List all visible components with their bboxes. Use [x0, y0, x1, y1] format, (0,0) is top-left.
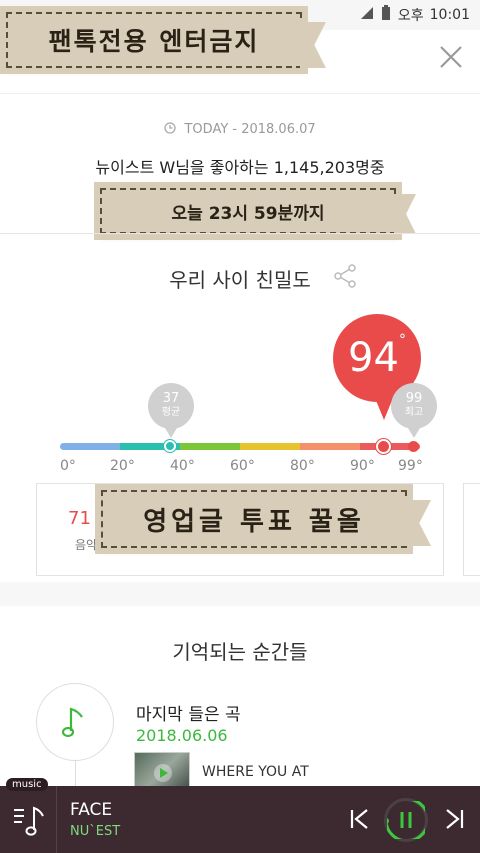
- status-ampm: 오후: [397, 8, 424, 24]
- average-bubble-tail: [165, 428, 177, 438]
- next-icon: [446, 809, 464, 829]
- stat-card-next[interactable]: [463, 483, 480, 576]
- intimacy-title: 우리 사이 친밀도: [169, 268, 311, 292]
- tick-label: 0°: [60, 458, 76, 474]
- section-gap: [0, 582, 480, 606]
- average-bubble: 37 평균: [148, 383, 194, 429]
- tick-label: 99°: [398, 458, 423, 474]
- battery-icon: [380, 5, 392, 25]
- share-button[interactable]: [332, 263, 358, 289]
- now-playing-title: FACE: [70, 800, 113, 820]
- fans-count-line: 뉴이스트 W님을 좋아하는 1,145,203명중: [95, 158, 385, 177]
- max-marker: [408, 441, 419, 452]
- stat-card-label: 음악: [75, 538, 98, 552]
- tick-label: 90°: [350, 458, 375, 474]
- intimacy-score: 94: [348, 335, 399, 381]
- close-icon: [440, 46, 462, 68]
- max-label: 최고: [404, 407, 424, 418]
- score-degree: °: [398, 332, 406, 348]
- average-label: 평균: [161, 407, 181, 418]
- section-divider: [0, 233, 480, 234]
- clock-icon: [164, 122, 176, 134]
- stat-card-number: 71: [68, 508, 91, 529]
- music-tag: music: [6, 778, 48, 791]
- top-banner-sticker: 팬톡전용 엔터금지: [0, 6, 326, 74]
- today-date: TODAY - 2018.06.07: [0, 122, 480, 137]
- deadline-text: 오늘 23시 59분까지: [171, 203, 325, 224]
- middle-banner-sticker: 영업글 투표 꿀올: [95, 484, 431, 554]
- signal-icon: [360, 6, 374, 24]
- average-marker: [164, 440, 176, 452]
- deadline-banner: 오늘 23시 59분까지: [94, 182, 416, 240]
- score-marker: [376, 439, 391, 454]
- now-playing-artist: NU`EST: [70, 824, 121, 839]
- tick-label: 60°: [230, 458, 255, 474]
- tick-label: 20°: [110, 458, 135, 474]
- middle-banner-text: 영업글 투표 꿀올: [143, 506, 365, 537]
- playlist-button[interactable]: [12, 804, 46, 842]
- timeline-node: [36, 683, 114, 761]
- status-time: 10:01: [429, 7, 470, 23]
- moment-date: 2018.06.06: [136, 726, 228, 745]
- close-button[interactable]: [436, 44, 466, 78]
- scale-segment: [180, 443, 240, 450]
- tick-label: 80°: [290, 458, 315, 474]
- scale-segment: [240, 443, 300, 450]
- pause-icon: [387, 801, 425, 839]
- mini-player[interactable]: music FACE NU`EST: [0, 778, 480, 853]
- music-note-icon: [62, 707, 83, 738]
- pause-button[interactable]: [384, 798, 428, 842]
- player-divider: [56, 786, 57, 853]
- max-bubble-tail: [408, 428, 420, 438]
- tick-label: 40°: [170, 458, 195, 474]
- max-bubble: 99 최고: [391, 383, 437, 429]
- share-icon: [334, 264, 356, 288]
- intimacy-scale-bar: [60, 443, 420, 450]
- moments-title: 기억되는 순간들: [172, 640, 308, 664]
- top-banner-text: 팬톡전용 엔터금지: [48, 27, 260, 56]
- max-value: 99: [405, 391, 423, 406]
- average-value: 37: [162, 391, 180, 406]
- next-button[interactable]: [444, 808, 464, 834]
- deadline-ribbon-tail: [394, 194, 416, 234]
- today-date-text: TODAY - 2018.06.07: [184, 122, 316, 137]
- song-title[interactable]: WHERE YOU AT: [202, 764, 309, 780]
- previous-icon: [350, 809, 368, 829]
- previous-button[interactable]: [350, 808, 370, 834]
- moment-label: 마지막 들은 곡: [136, 705, 241, 725]
- scale-segment: [300, 443, 360, 450]
- scale-segment: [60, 443, 120, 450]
- playlist-icon: [14, 806, 44, 836]
